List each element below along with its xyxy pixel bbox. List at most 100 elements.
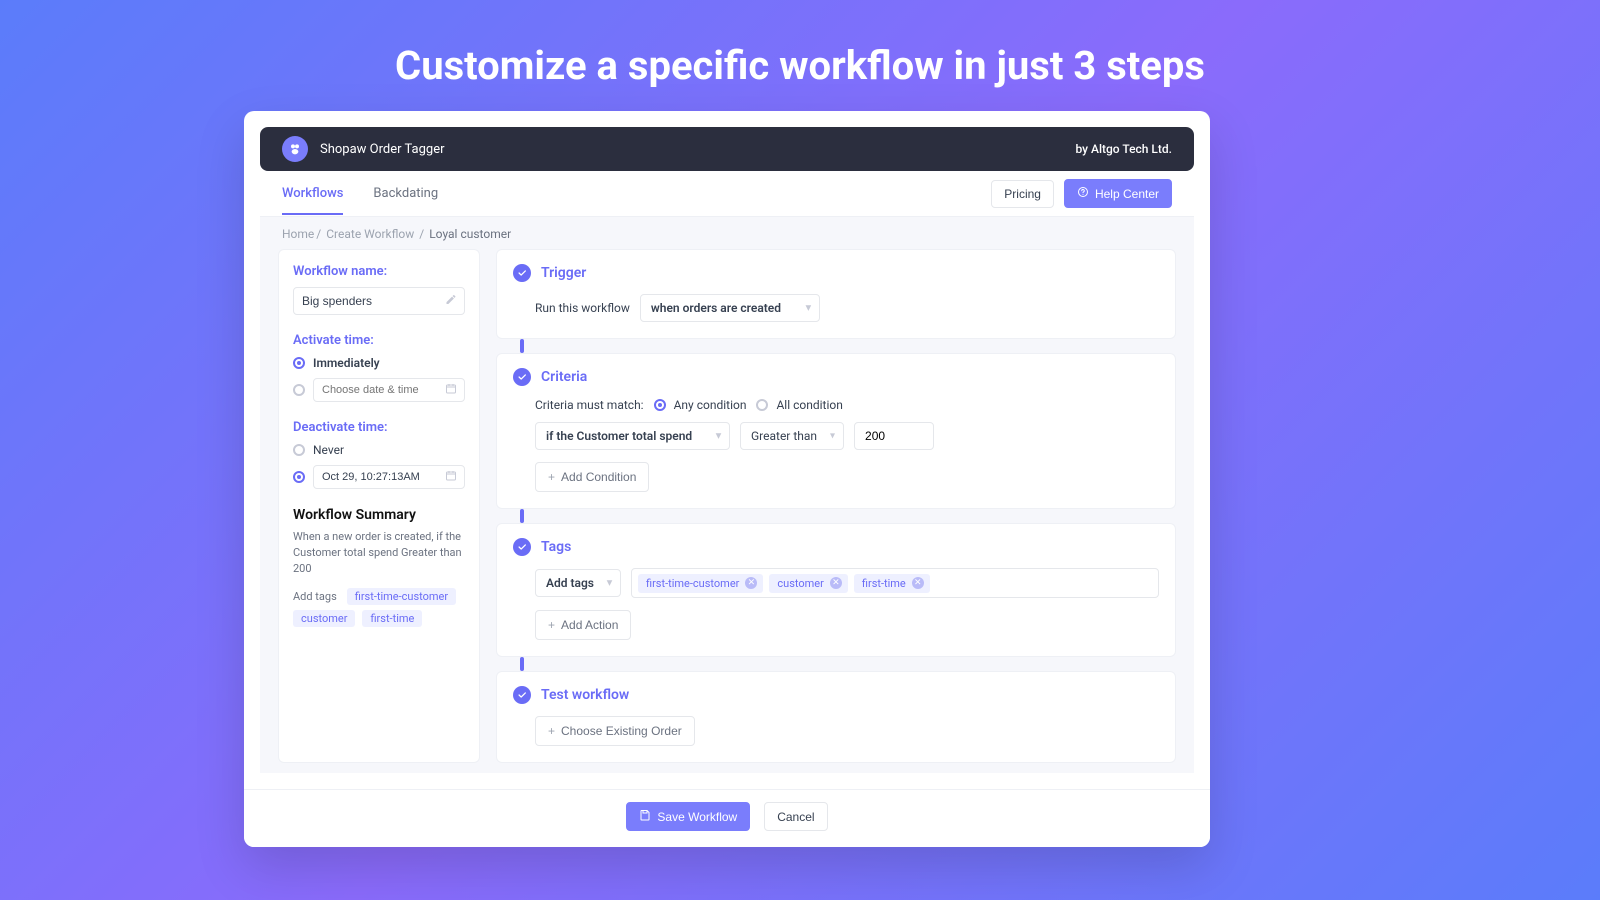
radio-icon xyxy=(756,399,768,411)
summary-tag-chip: first-time xyxy=(362,610,422,627)
deactivate-never-label: Never xyxy=(313,443,344,457)
trigger-block: Trigger Run this workflow when orders ar… xyxy=(496,249,1176,339)
breadcrumb-home[interactable]: Home xyxy=(282,227,314,241)
choose-existing-order-button[interactable]: + Choose Existing Order xyxy=(535,716,695,746)
workflow-summary-text: When a new order is created, if the Cust… xyxy=(293,529,465,577)
breadcrumb: Home/ Create Workflow / Loyal customer xyxy=(260,217,1194,249)
connector-line xyxy=(520,509,524,523)
check-circle-icon xyxy=(513,538,531,556)
workflow-name-section: Workflow name: xyxy=(293,264,465,315)
tag-label: first-time-customer xyxy=(646,577,739,590)
summary-add-tags-label: Add tags xyxy=(293,590,337,603)
deactivate-date-input[interactable] xyxy=(313,465,465,489)
remove-tag-icon[interactable]: ✕ xyxy=(745,577,757,589)
activate-time-section: Activate time: Immediately xyxy=(293,333,465,402)
tags-action-value: Add tags xyxy=(546,576,594,590)
save-workflow-button[interactable]: Save Workflow xyxy=(626,802,750,831)
remove-tag-icon[interactable]: ✕ xyxy=(830,577,842,589)
activate-date-input[interactable] xyxy=(313,378,465,402)
tag-pill: first-time ✕ xyxy=(854,574,930,593)
activate-immediately-label: Immediately xyxy=(313,356,380,370)
tag-label: customer xyxy=(777,577,823,590)
radio-icon xyxy=(293,384,305,396)
check-circle-icon xyxy=(513,368,531,386)
plus-icon: + xyxy=(548,724,555,738)
test-workflow-title: Test workflow xyxy=(541,687,629,703)
summary-tag-chip: customer xyxy=(293,610,355,627)
tab-backdating[interactable]: Backdating xyxy=(373,172,438,215)
choose-existing-order-label: Choose Existing Order xyxy=(561,724,682,738)
criteria-operator-value: Greater than xyxy=(751,429,817,443)
add-condition-button[interactable]: + Add Condition xyxy=(535,462,649,492)
trigger-select[interactable]: when orders are created ▾ xyxy=(640,294,820,322)
radio-icon xyxy=(654,399,666,411)
tag-pill: customer ✕ xyxy=(769,574,847,593)
plus-icon: + xyxy=(548,618,555,632)
help-center-button[interactable]: Help Center xyxy=(1064,179,1172,208)
radio-icon xyxy=(293,357,305,369)
footer: Save Workflow Cancel xyxy=(244,789,1210,847)
tab-workflows[interactable]: Workflows xyxy=(282,172,343,215)
criteria-operator-select[interactable]: Greater than ▾ xyxy=(740,422,844,450)
app-byline: by Altgo Tech Ltd. xyxy=(1075,142,1172,156)
chevron-down-icon: ▾ xyxy=(806,303,811,314)
tabs-bar: Workflows Backdating Pricing Help Center xyxy=(260,171,1194,217)
breadcrumb-current: Loyal customer xyxy=(429,227,511,241)
deactivate-date-option[interactable] xyxy=(293,465,465,489)
remove-tag-icon[interactable]: ✕ xyxy=(912,577,924,589)
tag-pill: first-time-customer ✕ xyxy=(638,574,763,593)
criteria-any-label: Any condition xyxy=(674,398,747,412)
deactivate-never-option[interactable]: Never xyxy=(293,443,465,457)
criteria-all-option[interactable]: All condition xyxy=(756,398,842,412)
summary-tag-chip: first-time-customer xyxy=(347,588,456,605)
tabs-actions: Pricing Help Center xyxy=(991,171,1172,216)
tag-label: first-time xyxy=(862,577,906,590)
workflow-summary-section: Workflow Summary When a new order is cre… xyxy=(293,507,465,629)
hero-title: Customize a specific workflow in just 3 … xyxy=(0,0,1600,89)
deactivate-time-label: Deactivate time: xyxy=(293,420,465,435)
criteria-field-select[interactable]: if the Customer total spend ▾ xyxy=(535,422,730,450)
tabs: Workflows Backdating xyxy=(282,172,438,215)
criteria-field-value: if the Customer total spend xyxy=(546,429,692,443)
connector-line xyxy=(520,657,524,671)
test-workflow-block: Test workflow + Choose Existing Order xyxy=(496,671,1176,763)
workflow-summary-title: Workflow Summary xyxy=(293,507,465,523)
cancel-button[interactable]: Cancel xyxy=(764,802,827,831)
help-icon xyxy=(1077,186,1089,201)
chevron-down-icon: ▾ xyxy=(830,431,835,442)
edit-icon[interactable] xyxy=(445,294,457,309)
breadcrumb-create[interactable]: Create Workflow xyxy=(326,227,414,241)
criteria-value-input[interactable] xyxy=(854,422,934,450)
tags-action-select[interactable]: Add tags ▾ xyxy=(535,569,621,597)
radio-icon xyxy=(293,471,305,483)
criteria-title: Criteria xyxy=(541,369,587,385)
add-action-button[interactable]: + Add Action xyxy=(535,610,631,640)
tags-title: Tags xyxy=(541,539,571,555)
main-panel: Trigger Run this workflow when orders ar… xyxy=(496,249,1176,763)
activate-date-option[interactable] xyxy=(293,378,465,402)
connector-line xyxy=(520,339,524,353)
plus-icon: + xyxy=(548,470,555,484)
criteria-any-option[interactable]: Any condition xyxy=(654,398,747,412)
workflow-name-label: Workflow name: xyxy=(293,264,465,279)
radio-icon xyxy=(293,444,305,456)
calendar-icon[interactable] xyxy=(445,470,457,485)
criteria-block: Criteria Criteria must match: Any condit… xyxy=(496,353,1176,509)
app-logo-icon xyxy=(282,136,308,162)
criteria-match-label: Criteria must match: xyxy=(535,398,644,412)
workflow-name-input[interactable] xyxy=(293,287,465,315)
check-circle-icon xyxy=(513,264,531,282)
content-wrap: Home/ Create Workflow / Loyal customer W… xyxy=(260,217,1194,773)
chevron-down-icon: ▾ xyxy=(607,578,612,589)
activate-time-label: Activate time: xyxy=(293,333,465,348)
trigger-select-value: when orders are created xyxy=(651,301,781,315)
pricing-button[interactable]: Pricing xyxy=(991,180,1054,208)
calendar-icon[interactable] xyxy=(445,383,457,398)
tags-block: Tags Add tags ▾ first-time-customer xyxy=(496,523,1176,657)
layout: Workflow name: Activate time: Immediatel… xyxy=(260,249,1194,763)
tags-input[interactable]: first-time-customer ✕ customer ✕ first-t… xyxy=(631,568,1159,598)
trigger-title: Trigger xyxy=(541,265,586,281)
activate-immediately-option[interactable]: Immediately xyxy=(293,356,465,370)
help-center-label: Help Center xyxy=(1095,187,1159,201)
sidebar: Workflow name: Activate time: Immediatel… xyxy=(278,249,480,763)
